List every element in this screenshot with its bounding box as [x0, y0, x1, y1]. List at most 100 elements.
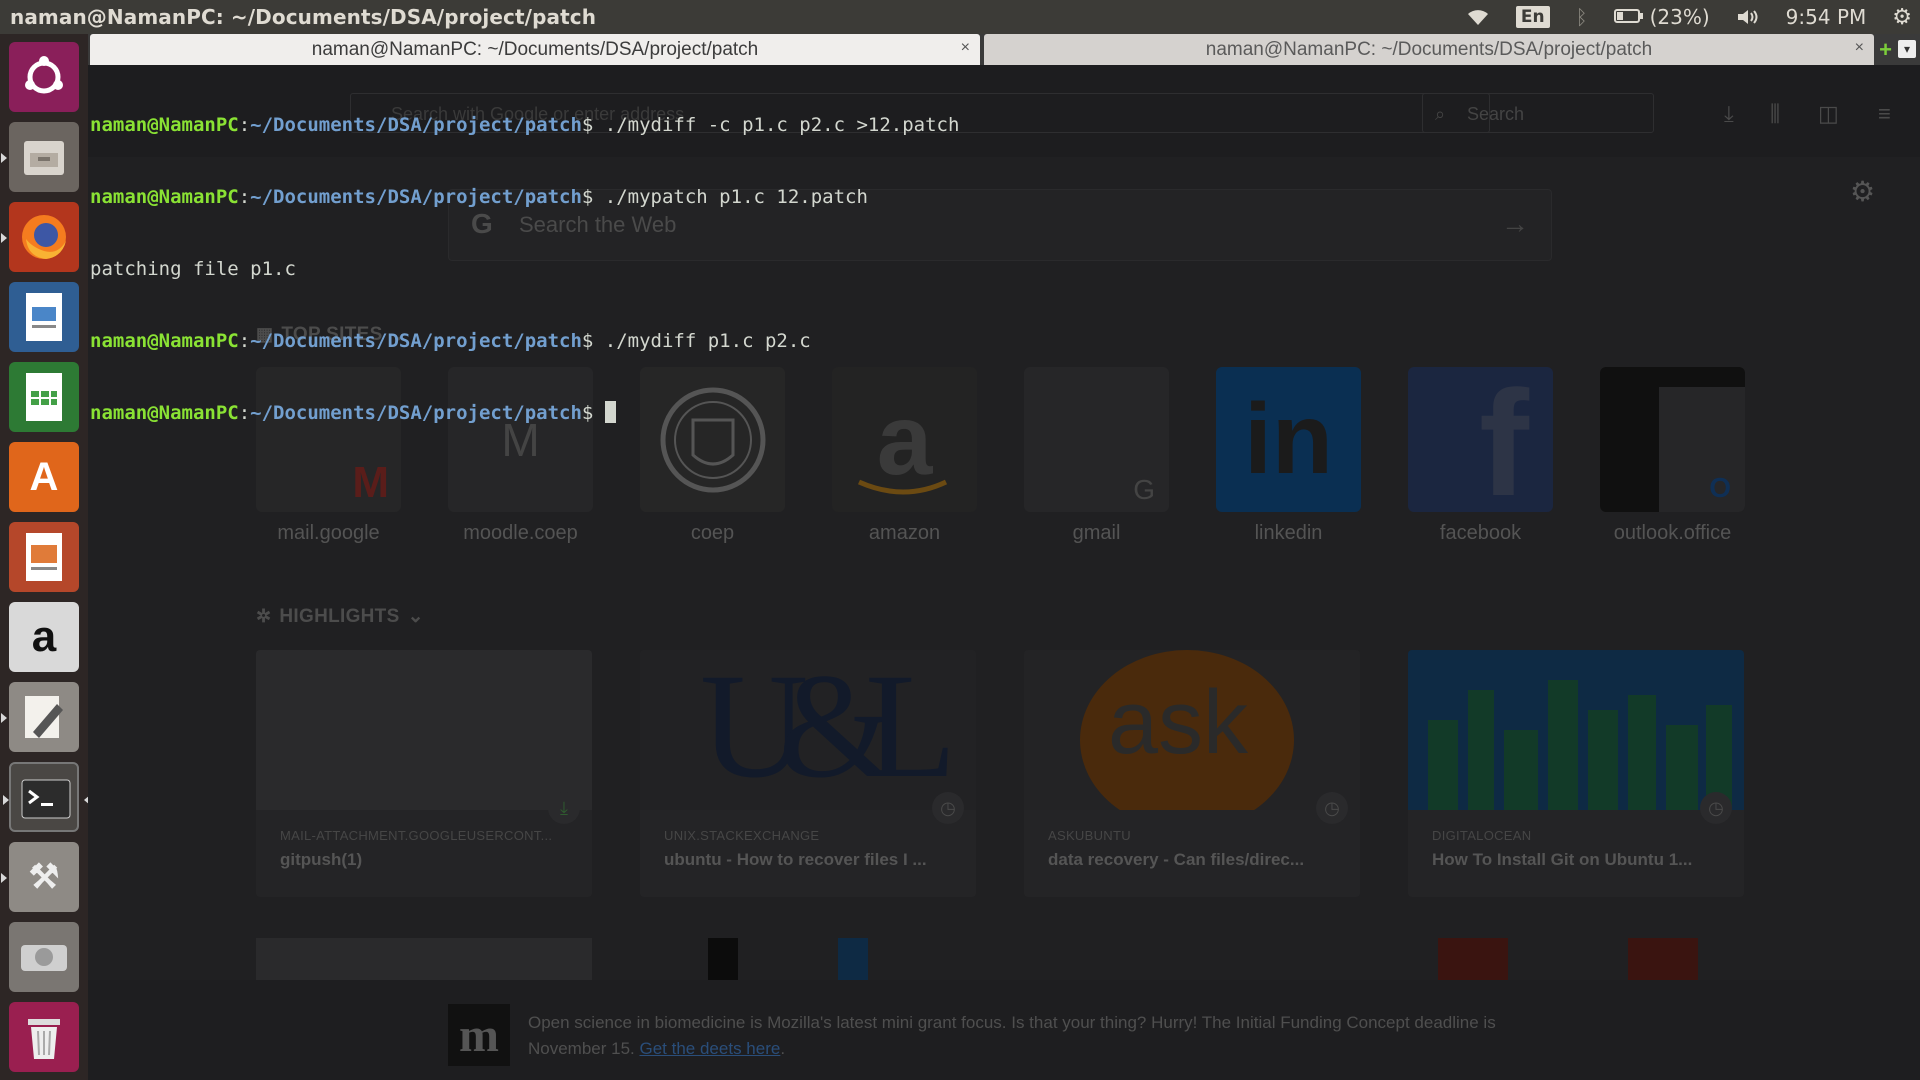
highlight-title: data recovery - Can files/direc...: [1048, 850, 1305, 869]
launcher-firefox[interactable]: [1, 202, 79, 272]
keyboard-layout-indicator[interactable]: En: [1515, 6, 1550, 28]
highlight-card[interactable]: U&L ◷ UNIX.STACKEXCHANGE ubuntu - How to…: [640, 650, 976, 897]
highlight-host: MAIL-ATTACHMENT.GOOGLEUSERCONT...: [280, 828, 553, 843]
indicator-area: En ᛒ (23%) 9:54 PM ⚙: [1466, 0, 1912, 34]
site-label: coep: [690, 522, 735, 544]
launcher-trash[interactable]: [9, 1002, 79, 1072]
prompt-colon: :: [238, 114, 251, 136]
history-clock-icon: ◷: [1316, 792, 1348, 824]
file-cabinet-icon: [9, 122, 79, 192]
sparkle-icon: ✲: [256, 606, 272, 626]
battery-percentage: (23%): [1649, 5, 1710, 29]
prompt-user: naman@NamanPC: [90, 330, 239, 352]
launcher-disks[interactable]: [9, 922, 79, 992]
firefox-icon: [9, 202, 79, 272]
site-label: mail.google: [277, 522, 380, 544]
site-label: linkedin: [1254, 522, 1323, 544]
impress-slide-icon: [9, 522, 79, 592]
highlight-card-partial: [1024, 938, 1360, 980]
output-text: patching file p1.c: [90, 258, 296, 280]
tab-close-icon[interactable]: ×: [961, 39, 970, 57]
highlight-title: gitpush(1): [280, 850, 363, 869]
terminal-line: naman@NamanPC:~/Documents/DSA/project/pa…: [90, 113, 1920, 137]
language-badge: En: [1515, 6, 1550, 28]
highlights-title: HIGHLIGHTS: [279, 606, 400, 627]
highlight-thumbnail: [1408, 650, 1744, 810]
wifi-icon[interactable]: [1466, 8, 1490, 26]
launcher-libreoffice-writer[interactable]: [9, 282, 79, 352]
running-indicator: [3, 795, 9, 805]
highlight-card-partial: [1408, 938, 1744, 980]
launcher-text-editor[interactable]: [1, 682, 79, 752]
running-indicator: [1, 233, 7, 243]
highlight-thumbnail: ask: [1024, 650, 1360, 810]
mozilla-notice-bar: m Open science in biomedicine is Mozilla…: [88, 980, 1920, 1080]
history-clock-icon: ◷: [1700, 792, 1732, 824]
prompt-symbol: $: [581, 330, 605, 352]
highlight-card[interactable]: ◷ DIGITALOCEAN How To Install Git on Ubu…: [1408, 650, 1744, 897]
launcher-libreoffice-impress[interactable]: [9, 522, 79, 592]
highlight-thumbnail: U&L: [640, 650, 976, 810]
gmail-m-icon: M: [352, 458, 389, 507]
new-tab-plus-icon[interactable]: +: [1879, 37, 1892, 63]
launcher-system-settings[interactable]: ⚒: [1, 842, 79, 912]
mozilla-m-logo: m: [448, 1004, 510, 1066]
tab-close-icon[interactable]: ×: [1855, 39, 1864, 57]
tab-list-menu-icon[interactable]: ▾: [1898, 40, 1916, 58]
launcher-ubuntu-software[interactable]: A: [9, 442, 79, 512]
system-gear-icon[interactable]: ⚙: [1892, 5, 1912, 30]
terminal-tab-active[interactable]: naman@NamanPC: ~/Documents/DSA/project/p…: [90, 34, 980, 65]
launcher-terminal[interactable]: [3, 762, 90, 832]
highlight-host: UNIX.STACKEXCHANGE: [664, 828, 820, 843]
highlight-host: DIGITALOCEAN: [1432, 828, 1532, 843]
terminal-output[interactable]: naman@NamanPC:~/Documents/DSA/project/pa…: [90, 65, 1920, 449]
terminal-line: naman@NamanPC:~/Documents/DSA/project/pa…: [90, 185, 1920, 209]
launcher-libreoffice-calc[interactable]: [9, 362, 79, 432]
unix-stackexchange-logo: U&L: [700, 650, 957, 809]
prompt-path: ~/Documents/DSA/project/patch: [250, 114, 582, 136]
notice-link[interactable]: Get the deets here: [640, 1039, 781, 1058]
notice-suffix: .: [780, 1039, 786, 1058]
battery-indicator[interactable]: (23%): [1613, 5, 1710, 29]
battery-icon: [1613, 5, 1644, 29]
ubuntu-logo-icon: [9, 42, 79, 112]
site-label: moodle.coep: [463, 522, 578, 544]
text-editor-icon: [9, 682, 79, 752]
google-g-icon: G: [1133, 474, 1155, 505]
terminal-tab-inactive[interactable]: naman@NamanPC: ~/Documents/DSA/project/p…: [984, 34, 1874, 65]
software-bag-icon: A: [29, 454, 59, 499]
highlights-header[interactable]: ✲ HIGHLIGHTS ⌄: [256, 605, 424, 628]
prompt-user: naman@NamanPC: [90, 186, 239, 208]
site-label: outlook.office: [1613, 522, 1732, 544]
volume-icon[interactable]: [1736, 8, 1760, 26]
launcher-ubuntu-dash[interactable]: [9, 42, 79, 112]
tab-label: naman@NamanPC: ~/Documents/DSA/project/p…: [311, 38, 759, 60]
download-badge-icon: ⤓: [548, 792, 580, 824]
running-indicator: [1, 873, 7, 883]
bluetooth-icon[interactable]: ᛒ: [1576, 5, 1588, 29]
launcher-amazon[interactable]: a: [9, 602, 79, 672]
highlight-card[interactable]: ⤓ MAIL-ATTACHMENT.GOOGLEUSERCONT... gitp…: [256, 650, 592, 897]
disk-drive-icon: [9, 922, 79, 992]
window-title: naman@NamanPC: ~/Documents/DSA/project/p…: [10, 5, 597, 29]
clock[interactable]: 9:54 PM: [1786, 5, 1867, 29]
launcher-files[interactable]: [1, 122, 79, 192]
notice-message: Open science in biomedicine is Mozilla's…: [528, 1010, 1568, 1062]
chevron-down-icon: ⌄: [407, 606, 424, 627]
highlight-card-partial: [256, 938, 592, 980]
highlight-card-partial: [640, 938, 976, 980]
askubuntu-logo-text: ask: [1108, 673, 1249, 773]
command-text: ./mydiff p1.c p2.c: [604, 330, 811, 352]
highlight-title: How To Install Git on Ubuntu 1...: [1432, 850, 1693, 869]
prompt-user: naman@NamanPC: [90, 114, 239, 136]
highlight-card[interactable]: ask ◷ ASKUBUNTU data recovery - Can file…: [1024, 650, 1360, 897]
history-clock-icon: ◷: [932, 792, 964, 824]
city-illustration-image: [1428, 680, 1732, 810]
settings-tools-icon: ⚒: [28, 858, 60, 896]
running-indicator: [1, 153, 7, 163]
top-panel: naman@NamanPC: ~/Documents/DSA/project/p…: [0, 0, 1920, 34]
site-label: amazon: [868, 522, 941, 544]
prompt-path: ~/Documents/DSA/project/patch: [250, 330, 582, 352]
command-text: ./mydiff -c p1.c p2.c >12.patch: [604, 114, 960, 136]
terminal-cursor: [604, 401, 616, 423]
